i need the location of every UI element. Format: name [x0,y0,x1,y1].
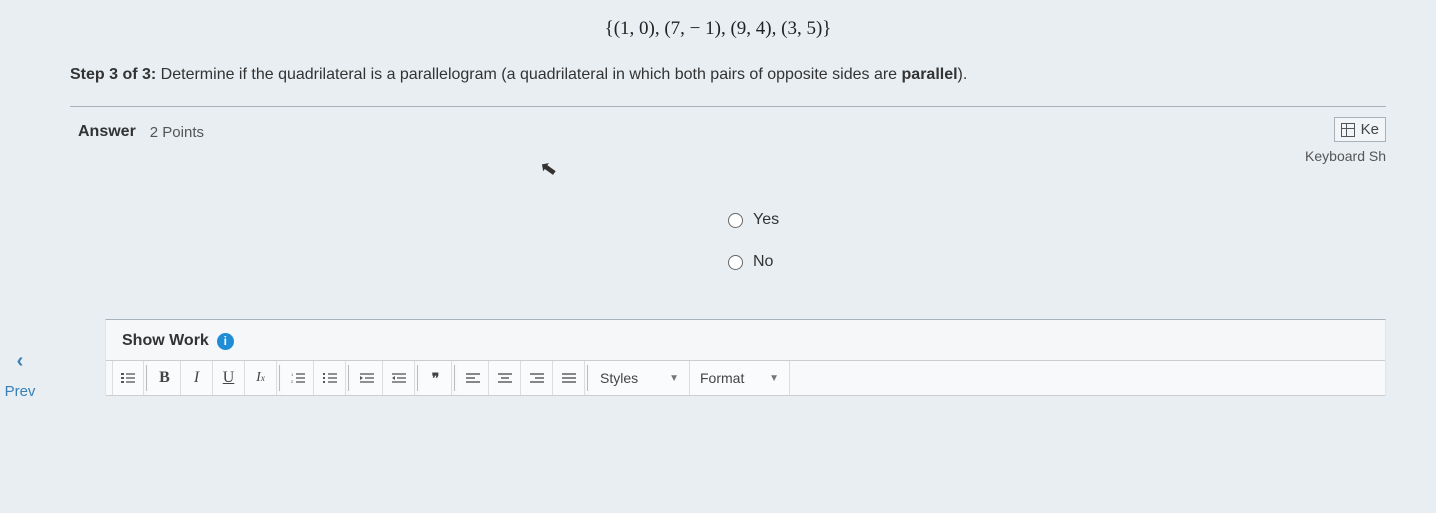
points-label: 2 Points [150,124,204,141]
outdent-icon [360,372,374,384]
prev-button[interactable]: ‹ Prev [0,350,40,400]
keypad-area: Ke Keyboard Sh [1305,117,1386,164]
radio-option-no[interactable]: No [728,253,788,271]
blockquote-button[interactable]: ❞ [420,361,452,395]
chevron-down-icon: ▼ [669,373,679,384]
align-justify-icon [562,372,576,384]
styles-label: Styles [600,370,638,386]
instruction-prefix: Determine if the quadrilateral is a para… [156,66,901,83]
answer-header: Answer 2 Points [78,123,1378,141]
show-work-label: Show Work [122,332,209,350]
radio-circle-icon [728,213,743,228]
styles-select[interactable]: Styles ▼ [590,361,690,395]
radio-circle-icon [728,255,743,270]
keypad-label: Ke [1361,121,1379,138]
ordered-list-button[interactable]: 12 [282,361,314,395]
svg-text:1: 1 [291,372,294,377]
unordered-list-button[interactable] [314,361,346,395]
align-center-icon [498,372,512,384]
keypad-icon [1341,123,1355,137]
show-work-panel: Show Work i B I U Ix 12 ❞ [105,319,1386,396]
instruction-bold-word: parallel [902,66,958,83]
show-work-header: Show Work i [106,320,1385,360]
svg-text:2: 2 [291,379,294,384]
unordered-list-icon [323,372,337,384]
align-left-button[interactable] [457,361,489,395]
align-center-button[interactable] [489,361,521,395]
format-label: Format [700,370,744,386]
radio-option-yes[interactable]: Yes [728,211,788,229]
info-icon[interactable]: i [217,333,234,350]
align-right-icon [530,372,544,384]
indent-icon [392,372,406,384]
chevron-down-icon: ▼ [769,373,779,384]
chevron-left-icon: ‹ [0,350,40,373]
answer-options: Yes No [78,141,1378,301]
outdent-button[interactable] [351,361,383,395]
align-justify-button[interactable] [553,361,585,395]
toolbar-toggle-icon [121,372,135,384]
radio-label: Yes [753,211,779,229]
align-left-icon [466,372,480,384]
toggle-toolbar-button[interactable] [112,361,144,395]
indent-button[interactable] [383,361,415,395]
keyboard-shortcut-label: Keyboard Sh [1305,148,1386,164]
radio-label: No [753,253,773,271]
step-label: Step 3 of 3: [70,66,156,83]
answer-label: Answer [78,123,136,141]
step-instruction: Step 3 of 3: Determine if the quadrilate… [0,54,1436,106]
align-right-button[interactable] [521,361,553,395]
prev-label: Prev [5,383,36,400]
bold-button[interactable]: B [149,361,181,395]
underline-button[interactable]: U [213,361,245,395]
format-select[interactable]: Format ▼ [690,361,790,395]
keypad-button[interactable]: Ke [1334,117,1386,142]
ordered-list-icon: 12 [291,372,305,384]
italic-button[interactable]: I [181,361,213,395]
instruction-suffix: ). [958,66,968,83]
editor-toolbar: B I U Ix 12 ❞ [106,360,1385,396]
answer-section: Answer 2 Points Ke Keyboard Sh Yes No [70,106,1386,311]
problem-points-set: {(1, 0), (7, − 1), (9, 4), (3, 5)} [0,0,1436,54]
clear-format-button[interactable]: Ix [245,361,277,395]
